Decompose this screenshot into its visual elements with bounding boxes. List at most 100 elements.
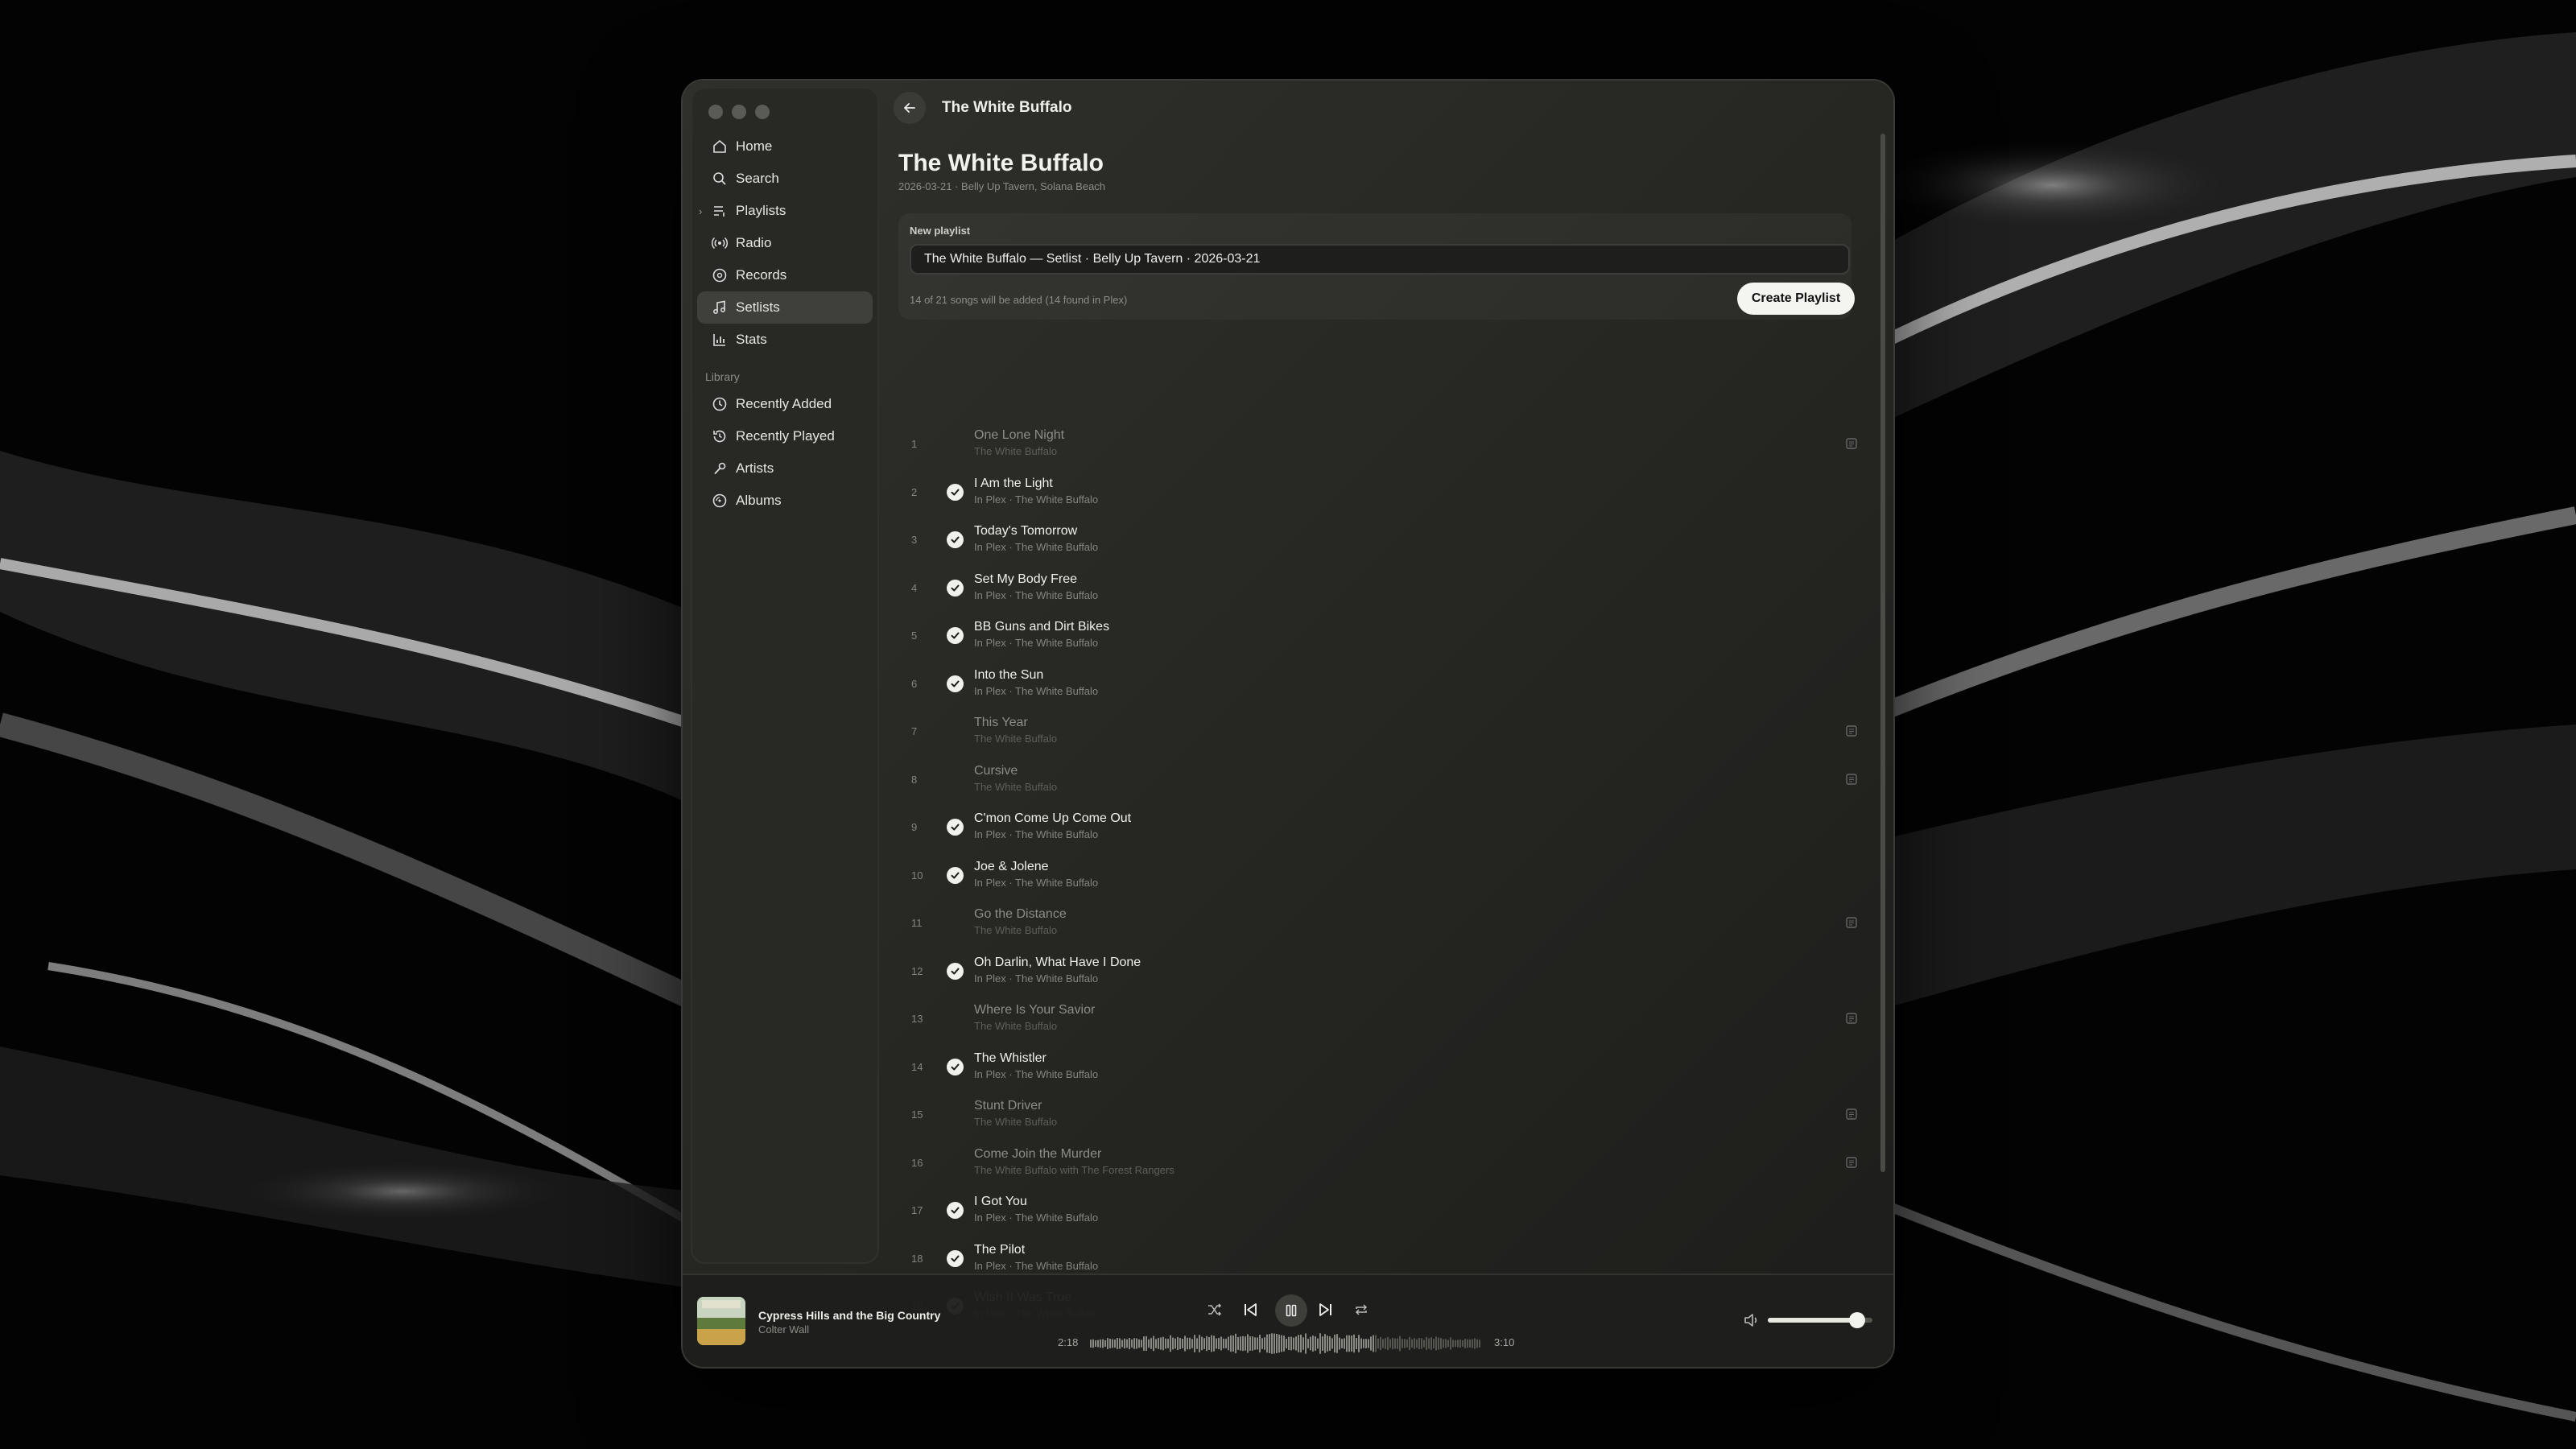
- volume-slider[interactable]: [1768, 1312, 1872, 1328]
- waveform-bar: [1373, 1335, 1374, 1352]
- not-found-icon[interactable]: [1844, 772, 1859, 786]
- sidebar-item-search[interactable]: Search: [697, 163, 873, 195]
- track-row[interactable]: 3 Today's Tomorrow In Plex · The White Buf…: [898, 516, 1864, 564]
- volume-level: [1768, 1318, 1857, 1323]
- sidebar-nav: Home Search › Playlists Radio Records Se…: [697, 130, 873, 517]
- sidebar-item-recently-played[interactable]: Recently Played: [697, 420, 873, 452]
- maximize-window-button[interactable]: [755, 105, 770, 119]
- track-title: Come Join the Murder: [974, 1146, 1102, 1161]
- track-row[interactable]: 4 Set My Body Free In Plex · The White Buf…: [898, 564, 1864, 613]
- sidebar-item-setlists[interactable]: Setlists: [697, 291, 873, 324]
- sidebar-item-home[interactable]: Home: [697, 130, 873, 163]
- waveform-bar: [1348, 1335, 1350, 1352]
- track-row[interactable]: 12 Oh Darlin, What Have I Done In Plex · T…: [898, 947, 1864, 996]
- waveform-bar: [1203, 1338, 1205, 1349]
- waveform-bar: [1353, 1334, 1355, 1353]
- included-checkbox[interactable]: [947, 579, 964, 597]
- sidebar-item-label: Albums: [736, 493, 782, 508]
- track-row[interactable]: 10 Joe & Jolene In Plex · The White Buffal…: [898, 852, 1864, 900]
- chart-icon: [713, 334, 725, 346]
- repeat-button[interactable]: [1351, 1299, 1372, 1320]
- volume-knob[interactable]: [1848, 1312, 1865, 1328]
- shuffle-icon: [1208, 1303, 1222, 1316]
- track-subtitle: The White Buffalo: [974, 780, 1058, 793]
- clock-icon: [712, 397, 727, 411]
- not-found-icon[interactable]: [1844, 1155, 1859, 1170]
- sidebar-item-albums[interactable]: Albums: [697, 485, 873, 517]
- waveform-bar: [1428, 1338, 1430, 1349]
- not-found-icon[interactable]: [1844, 436, 1859, 451]
- waveform-bar: [1286, 1339, 1287, 1348]
- included-checkbox[interactable]: [947, 483, 964, 501]
- waveform-bar: [1365, 1339, 1367, 1348]
- included-checkbox[interactable]: [947, 962, 964, 980]
- not-found-icon[interactable]: [1844, 915, 1859, 930]
- included-checkbox[interactable]: [947, 627, 964, 644]
- track-row[interactable]: 15 Stunt Driver The White Buffalo: [898, 1091, 1864, 1139]
- included-checkbox[interactable]: [947, 531, 964, 548]
- record-icon: [712, 268, 727, 283]
- next-button[interactable]: [1315, 1299, 1336, 1320]
- track-row[interactable]: 11 Go the Distance The White Buffalo: [898, 899, 1864, 947]
- pause-button[interactable]: [1275, 1294, 1307, 1327]
- waveform-bar: [1334, 1334, 1335, 1353]
- waveform-bar: [1109, 1339, 1111, 1348]
- not-found-icon[interactable]: [1844, 1107, 1859, 1121]
- sidebar-item-records[interactable]: Records: [697, 259, 873, 291]
- waveform-bar: [1146, 1335, 1147, 1352]
- waveform-bar: [1447, 1340, 1449, 1348]
- track-row[interactable]: 17 I Got You In Plex · The White Buffalo: [898, 1187, 1864, 1235]
- sidebar-item-radio[interactable]: Radio: [697, 227, 873, 259]
- radio-icon: [712, 237, 728, 250]
- track-row[interactable]: 8 Cursive The White Buffalo: [898, 756, 1864, 804]
- not-found-icon[interactable]: [1844, 1011, 1859, 1026]
- waveform-bar: [1247, 1334, 1249, 1353]
- track-number: 12: [911, 964, 923, 977]
- track-row[interactable]: 14 The Whistler In Plex · The White Buffal…: [898, 1043, 1864, 1092]
- track-row[interactable]: 13 Where Is Your Savior The White Buffalo: [898, 995, 1864, 1043]
- sidebar-item-stats[interactable]: Stats: [697, 324, 873, 356]
- track-row[interactable]: 6 Into the Sun In Plex · The White Buffalo: [898, 660, 1864, 708]
- track-row[interactable]: 16 Come Join the Murder The White Buffalo …: [898, 1139, 1864, 1187]
- create-playlist-button[interactable]: Create Playlist: [1737, 283, 1855, 315]
- close-window-button[interactable]: [708, 105, 723, 119]
- chevron-right-icon[interactable]: ›: [699, 205, 702, 217]
- waveform-bar: [1472, 1339, 1473, 1348]
- waveform-bar: [1121, 1340, 1123, 1348]
- included-checkbox[interactable]: [947, 1202, 964, 1219]
- included-checkbox[interactable]: [947, 866, 964, 884]
- included-checkbox[interactable]: [947, 675, 964, 692]
- waveform-bar: [1346, 1335, 1348, 1352]
- track-row[interactable]: 1 One Lone Night The White Buffalo: [898, 420, 1864, 469]
- waveform-bar: [1184, 1335, 1186, 1352]
- included-checkbox[interactable]: [947, 1249, 964, 1267]
- waveform-bar: [1112, 1339, 1113, 1348]
- playlist-name-input[interactable]: [910, 244, 1850, 275]
- track-number: 8: [911, 773, 918, 786]
- waveform-bar: [1479, 1340, 1480, 1348]
- track-row[interactable]: 2 I Am the Light In Plex · The White Buffa…: [898, 469, 1864, 517]
- scrollbar[interactable]: [1880, 134, 1885, 1172]
- shuffle-button[interactable]: [1204, 1299, 1225, 1320]
- history-icon: [713, 430, 726, 443]
- included-checkbox[interactable]: [947, 819, 964, 836]
- track-title: Today's Tomorrow: [974, 524, 1078, 538]
- volume-icon[interactable]: [1742, 1311, 1761, 1330]
- sidebar-item-label: Playlists: [736, 203, 786, 218]
- sidebar-item-recently-added[interactable]: Recently Added: [697, 388, 873, 420]
- sidebar-item-playlists[interactable]: › Playlists: [697, 195, 873, 227]
- not-found-icon[interactable]: [1844, 724, 1859, 738]
- track-row[interactable]: 5 BB Guns and Dirt Bikes In Plex · The Whi…: [898, 612, 1864, 660]
- sidebar-item-artists[interactable]: Artists: [697, 452, 873, 485]
- previous-button[interactable]: [1240, 1299, 1261, 1320]
- back-button[interactable]: [894, 92, 926, 124]
- track-row[interactable]: 7 This Year The White Buffalo: [898, 708, 1864, 756]
- waveform-bar: [1189, 1337, 1191, 1350]
- waveform-seek-bar[interactable]: [1090, 1331, 1481, 1356]
- waveform-bar: [1223, 1338, 1224, 1349]
- waveform-bar: [1283, 1335, 1285, 1352]
- track-row[interactable]: 9 C'mon Come Up Come Out In Plex · The Whi…: [898, 803, 1864, 852]
- included-checkbox[interactable]: [947, 1058, 964, 1075]
- waveform-bar: [1382, 1339, 1384, 1348]
- minimize-window-button[interactable]: [732, 105, 746, 119]
